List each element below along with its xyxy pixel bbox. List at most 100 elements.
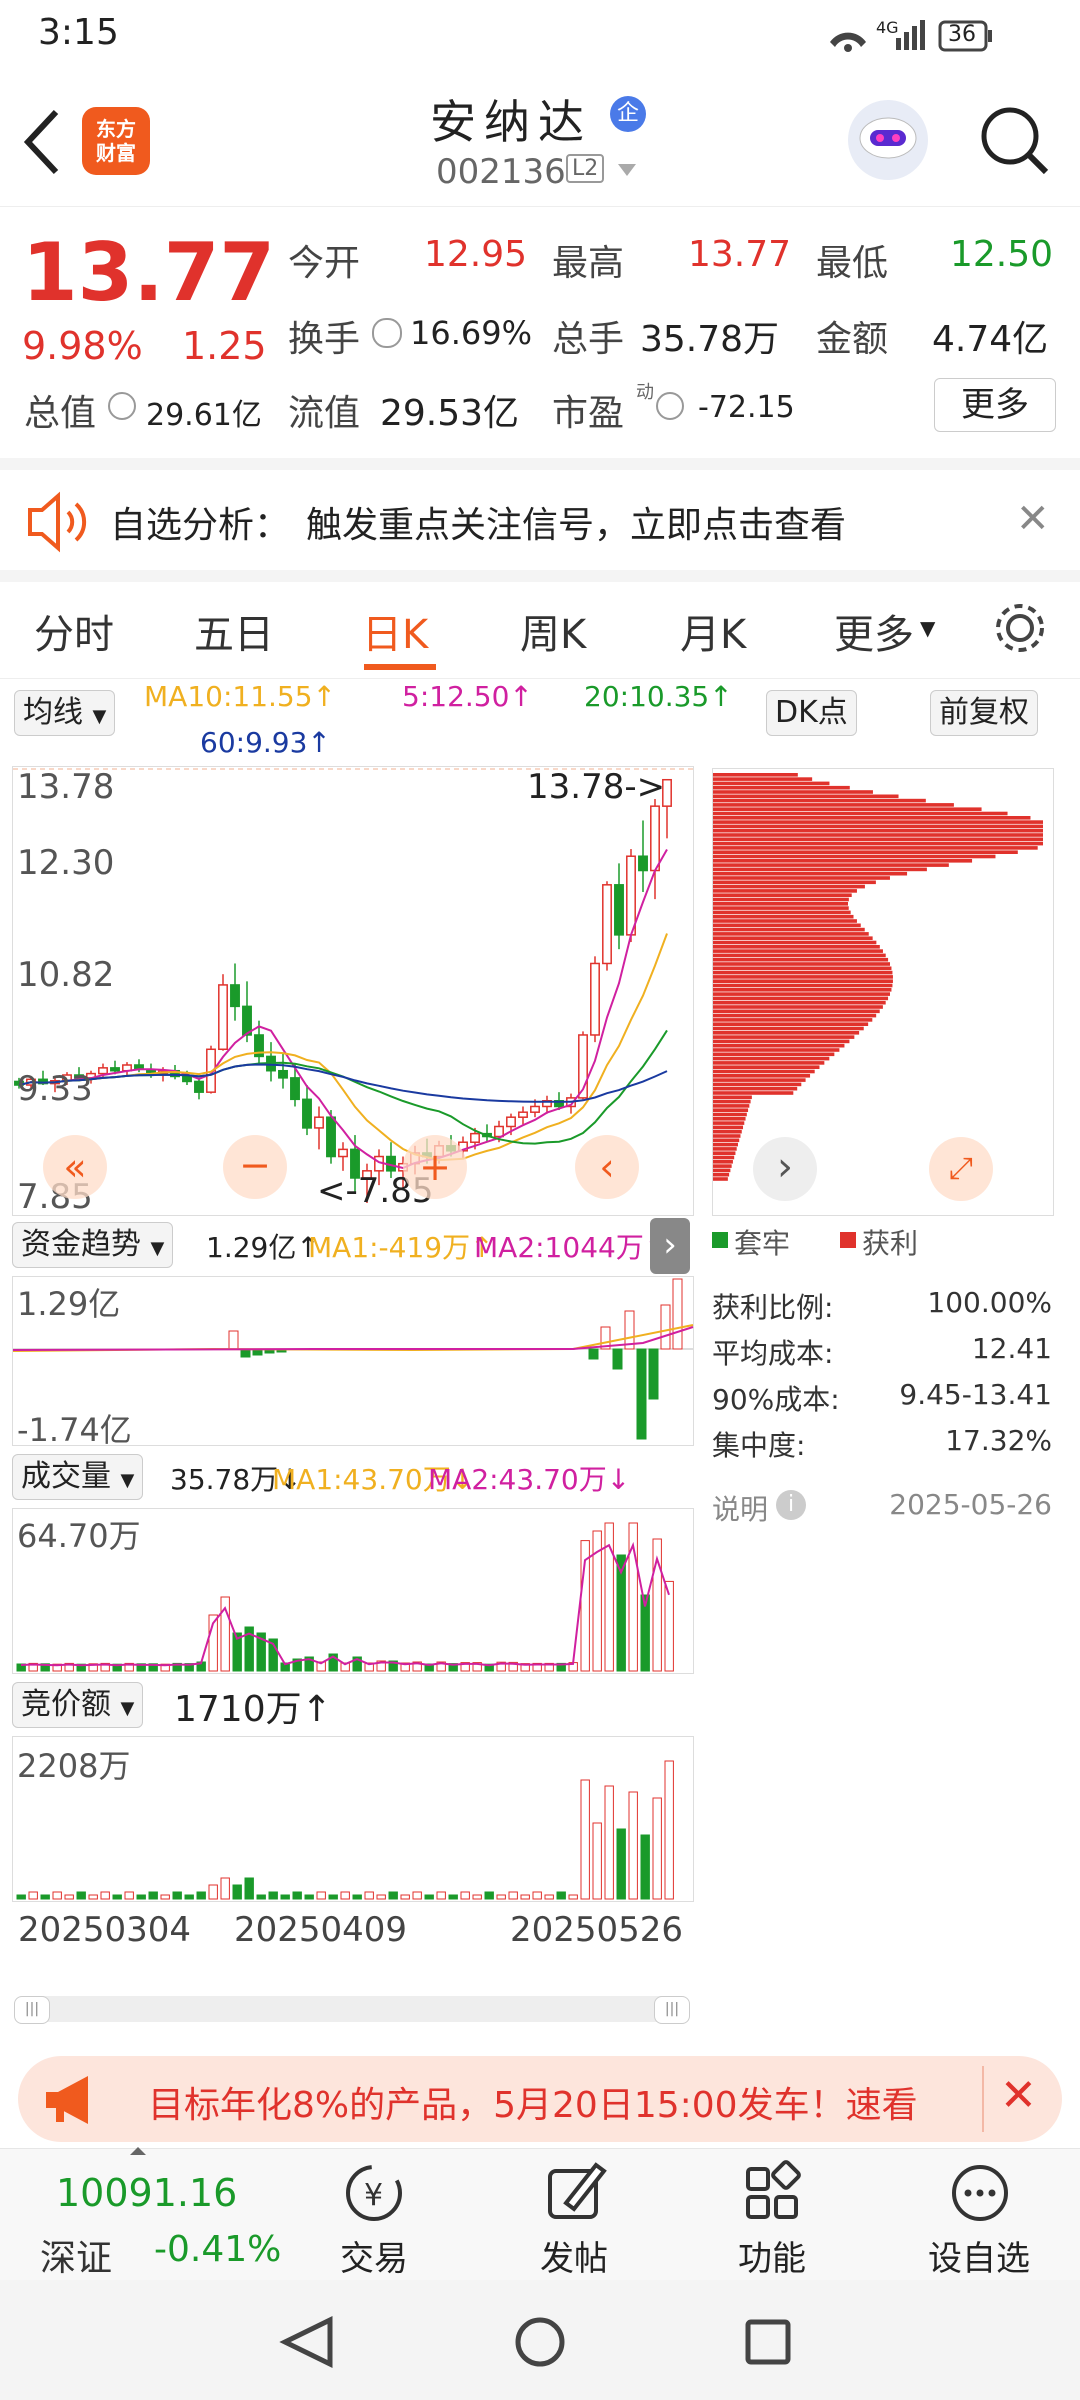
- caret-up-icon: [130, 2147, 146, 2155]
- auction-bar: [400, 1894, 410, 1900]
- range-handle-left[interactable]: |||: [14, 1996, 50, 2024]
- nav-add-watchlist[interactable]: 设自选: [918, 2149, 1058, 2281]
- index-name: 深证: [40, 2238, 113, 2279]
- tab-five-day[interactable]: 五日: [194, 602, 274, 660]
- nav-trade[interactable]: ¥ 交易: [320, 2149, 440, 2281]
- auction-bar: [64, 1894, 74, 1900]
- chip-bar: [713, 1043, 845, 1048]
- chip-bar: [713, 1117, 746, 1121]
- chip-bar: [713, 1035, 855, 1039]
- more-button[interactable]: 更多: [934, 378, 1056, 432]
- bottom-nav: 10091.16 深证 -0.41% ¥ 交易 发帖 功能 设自选: [0, 2147, 1080, 2281]
- chip-bar: [713, 962, 891, 966]
- ma-select[interactable]: 均线 ▼: [14, 690, 116, 736]
- fund-value: 1.29亿↑: [206, 1231, 320, 1264]
- range-handle-right[interactable]: |||: [654, 1996, 690, 2024]
- stock-name: 安纳达: [430, 95, 592, 149]
- auction-bar: [244, 1877, 254, 1900]
- volume-select[interactable]: 成交量 ▼: [12, 1454, 144, 1500]
- tab-monthly-k[interactable]: 月K: [680, 602, 746, 660]
- chip-bar: [713, 859, 973, 863]
- zoom-out-icon[interactable]: −: [223, 1135, 287, 1199]
- assistant-button[interactable]: [844, 96, 934, 186]
- promo-banner[interactable]: 目标年化8%的产品，5月20日15:00发车！速看 ✕: [18, 2056, 1062, 2142]
- info-icon[interactable]: i: [776, 1490, 806, 1520]
- chip-bar: [713, 1065, 820, 1069]
- nav-functions[interactable]: 功能: [718, 2149, 838, 2281]
- chevron-down-icon[interactable]: [618, 164, 636, 176]
- info-icon[interactable]: [656, 392, 684, 420]
- auction-bar: [604, 1785, 614, 1900]
- auction-select[interactable]: 竞价额 ▼: [12, 1682, 144, 1728]
- chip-bar: [713, 996, 889, 1001]
- auction-bar: [208, 1884, 218, 1900]
- chip-bar: [713, 1013, 877, 1018]
- close-icon[interactable]: ✕: [1016, 496, 1050, 542]
- system-recent-button[interactable]: [728, 2300, 808, 2380]
- search-button[interactable]: [970, 96, 1060, 186]
- tab-more[interactable]: 更多: [834, 602, 914, 660]
- chip-bar: [713, 1168, 731, 1173]
- chip-next-icon[interactable]: ›: [753, 1137, 817, 1201]
- chip-bar: [713, 1112, 747, 1117]
- chip-bar: [713, 1099, 751, 1104]
- info-icon[interactable]: [372, 318, 402, 348]
- fund-bar: [672, 1278, 683, 1350]
- tab-weekly-k[interactable]: 周K: [520, 602, 586, 660]
- candle-body: [194, 1080, 204, 1093]
- auction-bar: [580, 1779, 590, 1900]
- fund-select[interactable]: 资金趋势 ▼: [12, 1222, 174, 1268]
- chip-bar: [713, 871, 908, 876]
- concentration-value: 17.32%: [945, 1424, 1052, 1457]
- zoom-in-icon[interactable]: +: [403, 1135, 467, 1199]
- network-label: 4G: [876, 18, 899, 37]
- system-back-button[interactable]: [270, 2300, 350, 2380]
- promo-text: 目标年化8%的产品，5月20日15:00发车！速看: [148, 2085, 918, 2126]
- chip-distribution-panel[interactable]: › ⤢: [712, 768, 1054, 1216]
- expand-right-icon[interactable]: ›: [650, 1218, 690, 1274]
- index-change: -0.41%: [154, 2229, 282, 2270]
- notice-bar[interactable]: 自选分析： 触发重点关注信号，立即点击查看 ✕: [0, 458, 1080, 570]
- chip-bar: [713, 906, 849, 910]
- auction-bar: [412, 1891, 422, 1900]
- chip-bar: [713, 975, 893, 979]
- trap-legend-swatch: [712, 1232, 728, 1248]
- ma5-line: [18, 849, 668, 1170]
- expand-icon[interactable]: ⤢: [929, 1137, 993, 1201]
- scroll-left-fast-icon[interactable]: «: [43, 1135, 107, 1199]
- fund-bar: [636, 1348, 647, 1440]
- pe-label: 市盈: [552, 393, 625, 434]
- tab-intraday[interactable]: 分时: [34, 602, 114, 660]
- megaphone-icon: [46, 2076, 88, 2124]
- auction-bar: [532, 1891, 542, 1900]
- kline-panel[interactable]: 13.78 12.30 10.82 9.33 7.85 13.78-> <-7.…: [12, 766, 694, 1217]
- chip-bar: [713, 833, 1043, 837]
- range-scroller[interactable]: ||| |||: [14, 1996, 690, 2024]
- tab-daily-k[interactable]: 日K: [362, 602, 428, 660]
- chip-bar: [713, 988, 892, 992]
- volume-panel: 64.70万: [12, 1508, 694, 1674]
- index-ticker[interactable]: 10091.16 深证 -0.41%: [0, 2147, 281, 2281]
- app-logo: 东方 财富: [82, 107, 150, 175]
- chip-bar: [713, 936, 873, 940]
- candle-body: [494, 1125, 504, 1138]
- note-link[interactable]: 说明: [712, 1488, 768, 1528]
- change-pct: 9.98%: [22, 324, 143, 368]
- close-icon[interactable]: ✕: [1000, 2070, 1037, 2121]
- auction-bar: [160, 1894, 170, 1900]
- adjust-button[interactable]: 前复权: [930, 690, 1038, 736]
- system-home-button[interactable]: [500, 2300, 580, 2380]
- nav-post[interactable]: 发帖: [520, 2149, 640, 2281]
- volume-label: 总手: [552, 319, 625, 360]
- dk-point-button[interactable]: DK点: [766, 690, 857, 736]
- chip-bar: [713, 1172, 730, 1177]
- y-label-3: 10.82: [17, 955, 115, 995]
- scroll-left-icon[interactable]: ‹: [575, 1135, 639, 1199]
- auction-bar: [136, 1894, 146, 1900]
- auction-bar: [340, 1891, 350, 1900]
- candle-body: [614, 884, 624, 936]
- info-icon[interactable]: [108, 392, 136, 420]
- gear-icon[interactable]: [990, 598, 1050, 658]
- chip-bar: [713, 1031, 860, 1035]
- chip-bar: [713, 1164, 732, 1168]
